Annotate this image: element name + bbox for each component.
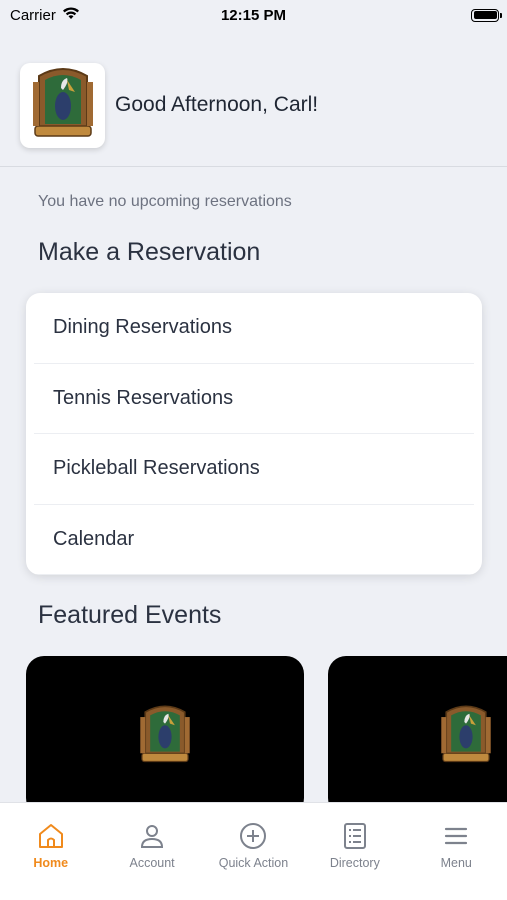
battery-icon — [471, 8, 502, 22]
tennis-reservations-item[interactable]: Tennis Reservations — [34, 364, 474, 434]
tab-home[interactable]: Home — [0, 821, 101, 900]
tab-label: Home — [33, 856, 69, 870]
featured-event-card[interactable] — [328, 656, 507, 816]
pelican-crest-icon — [441, 705, 491, 763]
menu-icon — [445, 827, 468, 845]
plus-circle-icon — [240, 823, 267, 849]
no-reservations-message: You have no upcoming reservations — [38, 193, 292, 210]
tab-account[interactable]: Account — [102, 821, 203, 900]
tab-label: Quick Action — [218, 856, 289, 870]
tab-quick-action[interactable]: Quick Action — [203, 821, 304, 900]
pickleball-reservations-item[interactable]: Pickleball Reservations — [34, 434, 474, 505]
home-icon — [38, 824, 63, 848]
header: Good Afternoon, Carl! — [20, 60, 487, 150]
featured-events-title: Featured Events — [38, 601, 222, 629]
tab-bar: Home Account Quick Action Directory Menu — [0, 802, 507, 900]
reservation-options-card: Dining Reservations Tennis Reservations … — [26, 293, 482, 575]
carrier-label: Carrier — [10, 6, 56, 24]
tab-label: Account — [129, 856, 175, 870]
club-logo — [20, 62, 105, 148]
tab-label: Directory — [329, 856, 380, 870]
tab-label: Menu — [440, 856, 472, 870]
user-icon — [141, 825, 164, 848]
greeting-text: Good Afternoon, Carl! — [115, 93, 319, 116]
status-left: Carrier — [10, 6, 80, 24]
make-reservation-title: Make a Reservation — [38, 238, 261, 266]
list-icon — [343, 823, 366, 849]
status-bar: Carrier 12:15 PM — [0, 0, 507, 30]
wifi-icon — [62, 6, 80, 24]
tab-menu[interactable]: Menu — [406, 821, 507, 900]
pelican-crest-icon — [140, 705, 190, 763]
tab-directory[interactable]: Directory — [304, 821, 405, 900]
dining-reservations-item[interactable]: Dining Reservations — [34, 293, 474, 364]
header-divider — [0, 166, 507, 167]
pelican-crest-icon — [32, 68, 93, 137]
featured-event-card[interactable] — [26, 656, 304, 816]
calendar-item[interactable]: Calendar — [34, 505, 474, 575]
